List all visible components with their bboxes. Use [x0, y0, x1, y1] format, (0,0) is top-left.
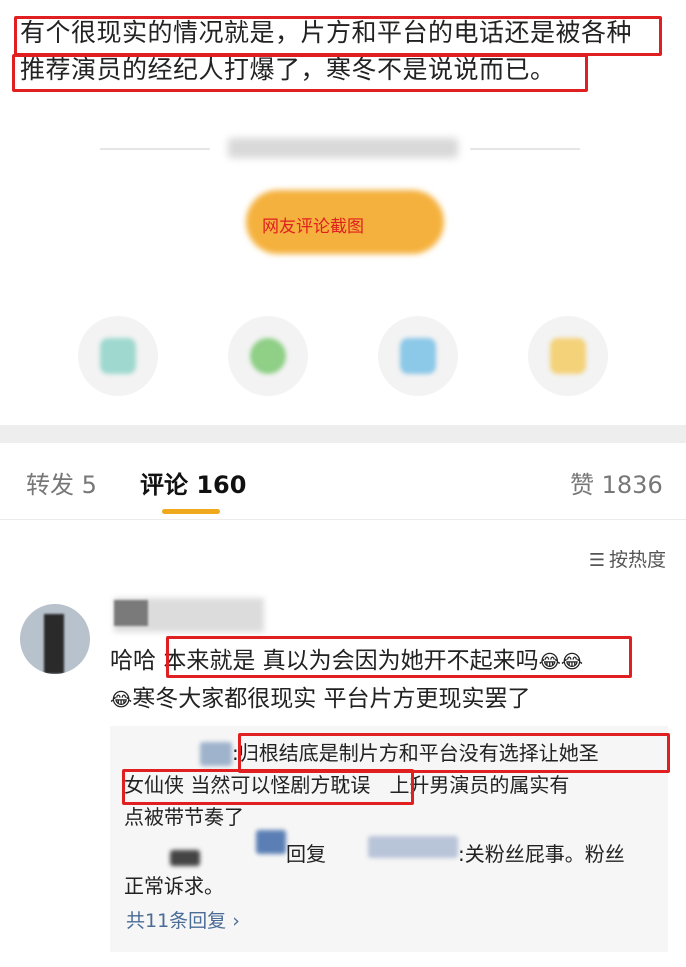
divider-left [100, 148, 210, 150]
avatar[interactable] [20, 604, 90, 674]
laughing-emoji: 😂 [110, 689, 133, 711]
comment-line-2: 😂寒冬大家都很现实 平台片方更现实罢了 [110, 686, 531, 712]
highlight-box-post-line-2 [12, 54, 588, 92]
reply-2: 回复 :关粉丝屁事。粉丝 正常诉求。 [124, 842, 625, 898]
tab-comments[interactable]: 评论 160 [140, 465, 246, 500]
like-icon [400, 338, 436, 374]
like-button[interactable] [378, 316, 458, 396]
favorite-button[interactable] [528, 316, 608, 396]
watermark-caption: 网友评论截图 [262, 217, 364, 237]
blurred-meta [228, 138, 458, 158]
share-button[interactable] [78, 316, 158, 396]
sort-icon: ☰ [588, 550, 605, 571]
active-tab-indicator [162, 509, 220, 514]
highlight-box-post-line-1 [14, 16, 662, 56]
sort-by-hot-button[interactable]: ☰ 按热度 [589, 545, 666, 572]
favorite-icon [550, 338, 586, 374]
highlight-box-reply-b [122, 769, 414, 805]
comment-button[interactable] [228, 316, 308, 396]
avatar-figure [44, 614, 64, 674]
share-icon [100, 338, 136, 374]
more-replies-link[interactable]: 共11条回复 › [126, 906, 240, 933]
comment-icon [250, 338, 286, 374]
section-divider [0, 425, 686, 443]
highlight-box-reply-a [238, 733, 670, 773]
highlight-box-comment [166, 636, 632, 678]
divider-right [470, 148, 580, 150]
tabs-divider [0, 519, 686, 520]
tab-likes[interactable]: 赞 1836 [570, 465, 663, 500]
tab-repost[interactable]: 转发 5 [26, 465, 97, 500]
username-blurred-mark [114, 600, 148, 626]
